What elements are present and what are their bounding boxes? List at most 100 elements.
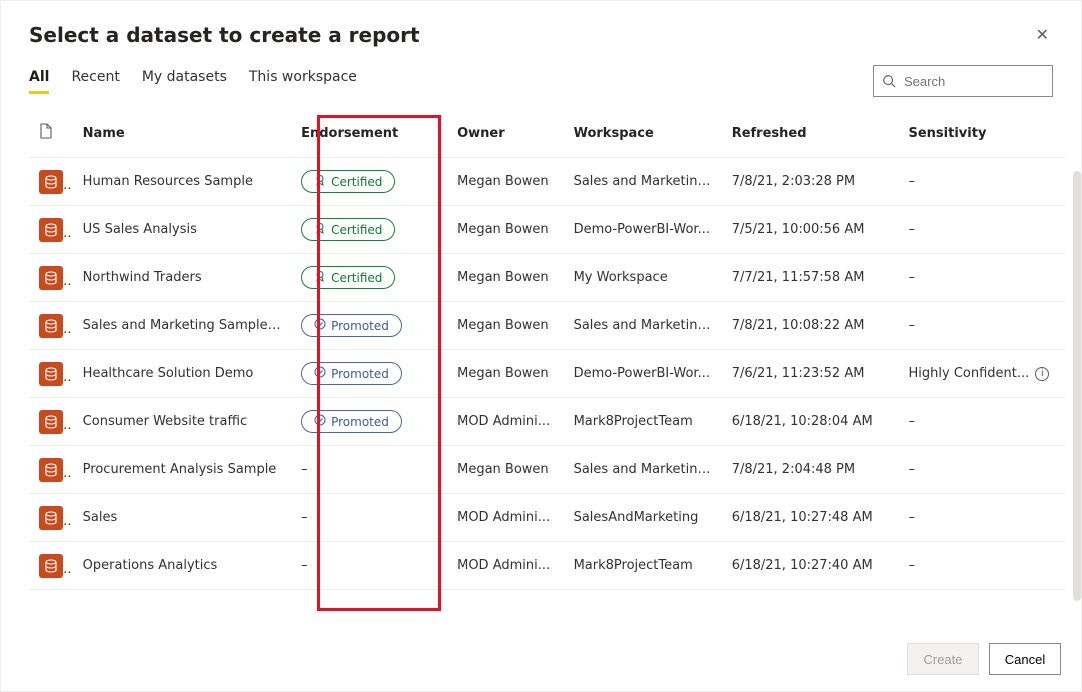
workspace-cell: SalesAndMarketing	[564, 494, 722, 542]
endorsement-cell: Promoted	[291, 350, 447, 398]
owner-cell: MOD Admini...	[447, 494, 563, 542]
workspace-cell: My Workspace	[564, 254, 722, 302]
table-row[interactable]: Human Resources Sample Certified Megan Bow…	[29, 158, 1065, 206]
refreshed-cell: 6/18/21, 10:27:40 AM	[722, 542, 899, 590]
dataset-table: Name Endorsement Owner Workspace Refresh…	[29, 115, 1065, 590]
refreshed-cell: 7/6/21, 11:23:52 AM	[722, 350, 899, 398]
promoted-badge: Promoted	[301, 410, 402, 433]
search-input[interactable]	[873, 65, 1053, 97]
table-row[interactable]: Sales and Marketing Sample P... Promoted M…	[29, 302, 1065, 350]
workspace-cell: Sales and Marketing ...	[564, 302, 722, 350]
dataset-icon	[39, 410, 63, 434]
endorsement-cell: Promoted	[291, 302, 447, 350]
refreshed-cell: 6/18/21, 10:27:48 AM	[722, 494, 899, 542]
search-icon	[882, 74, 896, 88]
dataset-icon	[39, 218, 63, 242]
promoted-badge: Promoted	[301, 314, 402, 337]
workspace-cell: Sales and Marketing ...	[564, 158, 722, 206]
column-header-owner[interactable]: Owner	[447, 115, 563, 158]
tab-recent[interactable]: Recent	[71, 69, 119, 94]
dataset-icon	[39, 266, 63, 290]
sensitivity-cell: –	[899, 494, 1066, 542]
workspace-cell: Sales and Marketing ...	[564, 446, 722, 494]
owner-cell: MOD Admini...	[447, 398, 563, 446]
owner-cell: Megan Bowen	[447, 350, 563, 398]
endorsement-cell: –	[291, 446, 447, 494]
dataset-icon	[39, 314, 63, 338]
workspace-cell: Mark8ProjectTeam	[564, 398, 722, 446]
dataset-icon	[39, 458, 63, 482]
sensitivity-cell: –	[899, 254, 1066, 302]
owner-cell: Megan Bowen	[447, 302, 563, 350]
column-header-name[interactable]: Name	[73, 115, 291, 158]
sensitivity-cell: –	[899, 206, 1066, 254]
workspace-cell: Demo-PowerBI-Wor...	[564, 350, 722, 398]
endorsement-cell: Certified	[291, 254, 447, 302]
cancel-button[interactable]: Cancel	[989, 643, 1061, 675]
certified-badge: Certified	[301, 170, 395, 193]
tab-my-datasets[interactable]: My datasets	[142, 69, 227, 94]
ribbon-icon	[314, 222, 326, 237]
table-row[interactable]: Procurement Analysis Sample–Megan BowenS…	[29, 446, 1065, 494]
document-icon	[39, 123, 53, 139]
endorsement-cell: –	[291, 494, 447, 542]
dataset-name: Human Resources Sample	[73, 158, 291, 206]
dataset-icon	[39, 554, 63, 578]
dataset-name: Sales and Marketing Sample P...	[73, 302, 291, 350]
owner-cell: Megan Bowen	[447, 206, 563, 254]
owner-cell: Megan Bowen	[447, 254, 563, 302]
refreshed-cell: 7/8/21, 10:08:22 AM	[722, 302, 899, 350]
table-row[interactable]: Sales–MOD Admini...SalesAndMarketing6/18…	[29, 494, 1065, 542]
dataset-name: Procurement Analysis Sample	[73, 446, 291, 494]
tab-this-workspace[interactable]: This workspace	[249, 69, 357, 94]
refreshed-cell: 7/8/21, 2:03:28 PM	[722, 158, 899, 206]
search-field[interactable]	[902, 73, 1044, 90]
column-header-workspace[interactable]: Workspace	[564, 115, 722, 158]
table-row[interactable]: Consumer Website trafficPromotedMOD Admi…	[29, 398, 1065, 446]
refreshed-cell: 7/8/21, 2:04:48 PM	[722, 446, 899, 494]
certified-badge: Certified	[301, 266, 395, 289]
check-circle-icon	[314, 366, 326, 381]
dataset-name: US Sales Analysis	[73, 206, 291, 254]
ribbon-icon	[314, 174, 326, 189]
owner-cell: Megan Bowen	[447, 158, 563, 206]
endorsement-cell: –	[291, 542, 447, 590]
dataset-name: Sales	[73, 494, 291, 542]
table-row[interactable]: Operations Analytics–MOD Admini...Mark8P…	[29, 542, 1065, 590]
table-row[interactable]: Healthcare Solution Demo Promoted Megan Bo…	[29, 350, 1065, 398]
column-header-icon[interactable]	[29, 115, 73, 158]
refreshed-cell: 7/7/21, 11:57:58 AM	[722, 254, 899, 302]
owner-cell: MOD Admini...	[447, 542, 563, 590]
certified-badge: Certified	[301, 218, 395, 241]
check-circle-icon	[314, 414, 326, 429]
dataset-name: Healthcare Solution Demo	[73, 350, 291, 398]
tabs: All Recent My datasets This workspace	[29, 69, 873, 94]
dataset-picker-dialog: Select a dataset to create a report ✕ Al…	[0, 0, 1082, 692]
sensitivity-cell: –	[899, 158, 1066, 206]
promoted-badge: Promoted	[301, 362, 402, 385]
refreshed-cell: 6/18/21, 10:28:04 AM	[722, 398, 899, 446]
sensitivity-cell: –	[899, 302, 1066, 350]
dialog-title: Select a dataset to create a report	[29, 23, 420, 47]
dataset-name: Northwind Traders	[73, 254, 291, 302]
endorsement-cell: Certified	[291, 158, 447, 206]
sensitivity-cell: –	[899, 446, 1066, 494]
close-icon[interactable]: ✕	[1032, 23, 1053, 47]
dataset-name: Operations Analytics	[73, 542, 291, 590]
workspace-cell: Mark8ProjectTeam	[564, 542, 722, 590]
owner-cell: Megan Bowen	[447, 446, 563, 494]
refreshed-cell: 7/5/21, 10:00:56 AM	[722, 206, 899, 254]
check-circle-icon	[314, 318, 326, 333]
dataset-icon	[39, 362, 63, 386]
create-button[interactable]: Create	[907, 643, 979, 675]
sensitivity-cell: Highly Confident...i	[899, 350, 1066, 398]
column-header-sensitivity[interactable]: Sensitivity	[899, 115, 1066, 158]
dataset-icon	[39, 170, 63, 194]
scrollbar[interactable]	[1073, 171, 1081, 601]
info-icon[interactable]: i	[1035, 367, 1049, 381]
tab-all[interactable]: All	[29, 69, 49, 94]
column-header-refreshed[interactable]: Refreshed	[722, 115, 899, 158]
table-row[interactable]: Northwind Traders Certified Megan BowenMy …	[29, 254, 1065, 302]
column-header-endorsement[interactable]: Endorsement	[291, 115, 447, 158]
table-row[interactable]: US Sales AnalysisCertifiedMegan BowenDem…	[29, 206, 1065, 254]
